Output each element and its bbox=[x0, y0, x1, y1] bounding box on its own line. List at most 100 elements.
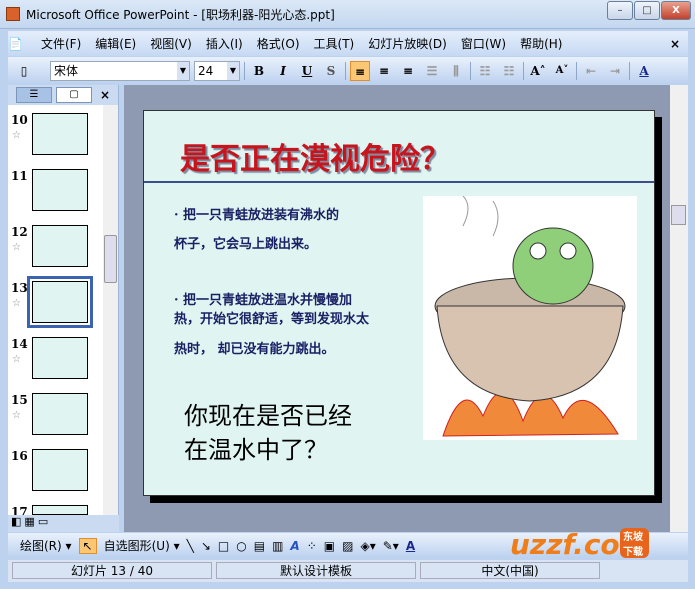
separator bbox=[470, 61, 471, 80]
align-right-button[interactable]: ≡ bbox=[398, 61, 418, 81]
normal-view-button[interactable]: ◧ bbox=[11, 515, 21, 532]
slide-number: 12 bbox=[11, 225, 28, 239]
menu-window[interactable]: 窗口(W) bbox=[454, 35, 513, 52]
tab-outline[interactable]: ☰ bbox=[16, 87, 52, 103]
panel-tabs: ☰ ▢ × bbox=[8, 85, 118, 105]
align-center-button[interactable]: ≡ bbox=[374, 61, 394, 81]
underline-button[interactable]: U bbox=[297, 61, 317, 81]
animation-star-icon: ☆ bbox=[12, 354, 21, 365]
separator bbox=[576, 61, 577, 80]
separator bbox=[629, 61, 630, 80]
frog-in-pot-image[interactable] bbox=[423, 195, 637, 440]
slide-thumbnail[interactable] bbox=[32, 449, 88, 491]
arrow-icon[interactable]: ↘ bbox=[201, 539, 211, 553]
menu-format[interactable]: 格式(O) bbox=[250, 35, 307, 52]
powerpoint-icon bbox=[6, 7, 20, 21]
italic-button[interactable]: I bbox=[273, 61, 293, 81]
close-document-button[interactable]: × bbox=[670, 37, 680, 51]
diagram-icon[interactable]: ⁘ bbox=[307, 539, 317, 553]
new-icon[interactable]: ▯ bbox=[14, 61, 34, 81]
close-panel-button[interactable]: × bbox=[100, 88, 110, 102]
distribute-icon[interactable]: ☰ bbox=[422, 61, 442, 81]
maximize-button[interactable]: □ bbox=[634, 1, 660, 20]
bullet-2-line-3[interactable]: 热时， 却已没有能力跳出。 bbox=[174, 338, 335, 357]
line-color-icon[interactable]: ✎▾ bbox=[383, 539, 399, 553]
textbox-icon[interactable]: ▤ bbox=[254, 539, 265, 553]
chevron-down-icon: ▼ bbox=[177, 61, 189, 80]
status-language: 中文(中国) bbox=[420, 562, 600, 579]
tab-slides[interactable]: ▢ bbox=[56, 87, 92, 103]
scrollbar-thumb[interactable] bbox=[104, 235, 117, 283]
menu-bar: 📄 文件(F) 编辑(E) 视图(V) 插入(I) 格式(O) 工具(T) 幻灯… bbox=[8, 31, 688, 56]
status-bar: 幻灯片 13 / 40 默认设计模板 中文(中国) bbox=[8, 560, 688, 582]
rectangle-icon[interactable]: □ bbox=[218, 539, 229, 553]
fill-color-icon[interactable]: ◈▾ bbox=[360, 539, 375, 553]
increase-font-button[interactable]: A˄ bbox=[528, 61, 548, 81]
slide-title[interactable]: 是否正在漠视危险？ bbox=[180, 134, 450, 178]
title-bar: Microsoft Office PowerPoint - [职场利器-阳光心态… bbox=[0, 0, 695, 29]
bullet-1-line-1[interactable]: · 把一只青蛙放进装有沸水的 bbox=[174, 204, 339, 223]
menu-file[interactable]: 文件(F) bbox=[34, 35, 88, 52]
animation-star-icon: ☆ bbox=[12, 130, 21, 141]
line-icon[interactable]: ╲ bbox=[187, 539, 194, 553]
bold-button[interactable]: B bbox=[249, 61, 269, 81]
menu-tools[interactable]: 工具(T) bbox=[307, 35, 362, 52]
slideshow-button[interactable]: ▭ bbox=[38, 515, 48, 532]
minimize-button[interactable]: – bbox=[607, 1, 633, 20]
question-line-1: 你现在是否已经 bbox=[184, 402, 352, 430]
slide-thumbnail[interactable] bbox=[32, 393, 88, 435]
animation-star-icon: ☆ bbox=[12, 410, 21, 421]
autoshapes-menu[interactable]: 自选图形(U) ▾ bbox=[104, 537, 180, 554]
uzzf-watermark-logo: uzzf.com 东坡下载 bbox=[510, 528, 649, 561]
numbering-button[interactable]: ☷ bbox=[475, 61, 495, 81]
menu-insert[interactable]: 插入(I) bbox=[199, 35, 250, 52]
chevron-down-icon: ▼ bbox=[227, 61, 239, 80]
vertical-textbox-icon[interactable]: ▥ bbox=[272, 539, 283, 553]
menu-view[interactable]: 视图(V) bbox=[143, 35, 199, 52]
current-slide[interactable]: 是否正在漠视危险？ · 把一只青蛙放进装有沸水的 杯子，它会马上跳出来。 · 把… bbox=[143, 110, 655, 496]
slide-thumbnail[interactable] bbox=[32, 113, 88, 155]
slide-number: 14 bbox=[11, 337, 28, 351]
slide-thumbnail[interactable] bbox=[32, 169, 88, 211]
oval-icon[interactable]: ○ bbox=[236, 539, 246, 553]
slide-thumbnail[interactable] bbox=[27, 276, 93, 328]
font-select[interactable]: 宋体 ▼ bbox=[50, 60, 190, 81]
menu-edit[interactable]: 编辑(E) bbox=[88, 35, 143, 52]
vertical-text-icon[interactable]: ⫼ bbox=[446, 61, 466, 81]
editor-scrollbar[interactable] bbox=[670, 85, 688, 532]
clipart-icon[interactable]: ▣ bbox=[324, 539, 335, 553]
align-left-button[interactable]: ≡ bbox=[350, 60, 370, 81]
bullet-1-line-2[interactable]: 杯子，它会马上跳出来。 bbox=[174, 233, 317, 252]
slide-thumbnail[interactable] bbox=[32, 225, 88, 267]
menu-help[interactable]: 帮助(H) bbox=[513, 35, 569, 52]
slide-thumbnail[interactable] bbox=[32, 337, 88, 379]
draw-menu[interactable]: 绘图(R) ▾ bbox=[20, 537, 72, 554]
scrollbar-thumb[interactable] bbox=[671, 205, 686, 225]
slide-sorter-button[interactable]: ▦ bbox=[24, 515, 34, 532]
select-arrow-icon[interactable]: ↖ bbox=[78, 537, 97, 554]
status-template: 默认设计模板 bbox=[216, 562, 416, 579]
panel-scrollbar[interactable] bbox=[103, 105, 118, 515]
bullet-2-line-1[interactable]: · 把一只青蛙放进温水并慢慢加 bbox=[174, 289, 352, 308]
close-button[interactable]: X bbox=[661, 1, 691, 20]
bullet-2-line-2[interactable]: 热，开始它很舒适，等到发现水太 bbox=[174, 308, 369, 327]
slide-thumbnail[interactable] bbox=[32, 505, 88, 515]
picture-icon[interactable]: ▨ bbox=[342, 539, 353, 553]
menu-slideshow[interactable]: 幻灯片放映(D) bbox=[361, 35, 454, 52]
increase-indent-button[interactable]: ⇥ bbox=[605, 61, 625, 81]
animation-star-icon: ☆ bbox=[12, 242, 21, 253]
wordart-icon[interactable]: A bbox=[290, 539, 299, 553]
slide-number: 16 bbox=[11, 449, 28, 463]
font-size-select[interactable]: 24 ▼ bbox=[194, 60, 240, 81]
font-color-icon[interactable]: A bbox=[406, 539, 415, 553]
bullets-button[interactable]: ☷ bbox=[499, 61, 519, 81]
watermark-sub: 东坡下载 bbox=[620, 528, 649, 558]
question-text[interactable]: 你现在是否已经 在温水中了？ bbox=[184, 399, 352, 467]
shadow-button[interactable]: S bbox=[321, 61, 341, 81]
slide-number: 11 bbox=[11, 169, 28, 183]
slide-number: 13 bbox=[11, 281, 28, 295]
decrease-indent-button[interactable]: ⇤ bbox=[581, 61, 601, 81]
font-size-value: 24 bbox=[198, 63, 214, 78]
font-color-button[interactable]: A bbox=[634, 61, 654, 81]
decrease-font-button[interactable]: A˅ bbox=[552, 61, 572, 81]
